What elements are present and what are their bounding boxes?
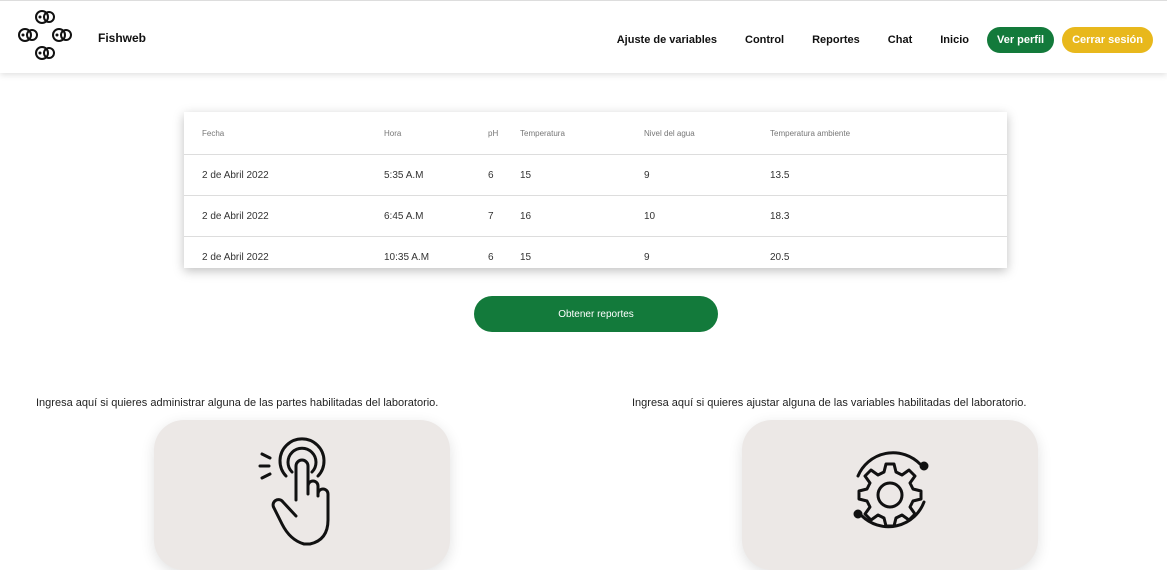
cell-nivel-agua: 9 [643,154,769,196]
cell-hora: 5:35 A.M [383,154,487,196]
fish-logo-icon[interactable] [16,9,86,65]
cell-nivel-agua: 10 [643,195,769,237]
cell-temperatura: 15 [519,236,643,277]
logout-button[interactable]: Cerrar sesión [1062,27,1153,53]
gear-cycle-icon [853,451,929,529]
header-fecha: Fecha [202,128,225,138]
cell-ph: 6 [487,236,519,277]
view-profile-button[interactable]: Ver perfil [986,27,1055,53]
nav-inicio[interactable]: Inicio [940,34,969,46]
readings-table-card: Fecha Hora pH Temperatura Nivel del agua… [184,112,1007,277]
get-reports-button[interactable]: Obtener reportes [474,296,718,332]
cell-fecha: 2 de Abril 2022 [184,195,383,237]
cell-nivel-agua: 9 [643,236,769,277]
table-header-row: Fecha Hora pH Temperatura Nivel del agua… [184,112,1007,155]
nav-ajuste-variables[interactable]: Ajuste de variables [617,34,717,46]
navbar: Fishweb Ajuste de variables Control Repo… [0,0,1167,73]
brand-name: Fishweb [98,31,147,45]
header-ph: pH [488,128,499,138]
cell-ph: 7 [487,195,519,237]
variables-tile[interactable] [742,420,1038,570]
cell-fecha: 2 de Abril 2022 [184,154,383,196]
variables-caption: Ingresa aquí si quieres ajustar alguna d… [632,397,1027,409]
touch-hand-icon [258,437,330,546]
header-temperatura-ambiente: Temperatura ambiente [770,128,851,138]
nav-control[interactable]: Control [745,34,784,46]
cell-hora: 10:35 A.M [383,236,487,277]
cell-temperatura: 15 [519,154,643,196]
readings-table: Fecha Hora pH Temperatura Nivel del agua… [184,112,1007,277]
table-row: 2 de Abril 2022 10:35 A.M 6 15 9 20.5 [184,236,1007,277]
control-tile[interactable] [154,420,450,570]
cell-temperatura: 16 [519,195,643,237]
nav-links: Ajuste de variables Control Reportes Cha… [589,27,1153,53]
nav-reportes[interactable]: Reportes [812,34,860,46]
cell-hora: 6:45 A.M [383,195,487,237]
header-nivel-agua: Nivel del agua [644,128,695,138]
nav-chat[interactable]: Chat [888,34,912,46]
cell-ph: 6 [487,154,519,196]
table-row: 2 de Abril 2022 5:35 A.M 6 15 9 13.5 [184,154,1007,196]
cell-temperatura-ambiente: 20.5 [769,236,1007,277]
control-caption: Ingresa aquí si quieres administrar algu… [36,397,439,409]
cell-temperatura-ambiente: 18.3 [769,195,1007,237]
table-row: 2 de Abril 2022 6:45 A.M 7 16 10 18.3 [184,195,1007,237]
header-temperatura: Temperatura [520,128,565,138]
header-hora: Hora [384,128,402,138]
cell-fecha: 2 de Abril 2022 [184,236,383,277]
cell-temperatura-ambiente: 13.5 [769,154,1007,196]
